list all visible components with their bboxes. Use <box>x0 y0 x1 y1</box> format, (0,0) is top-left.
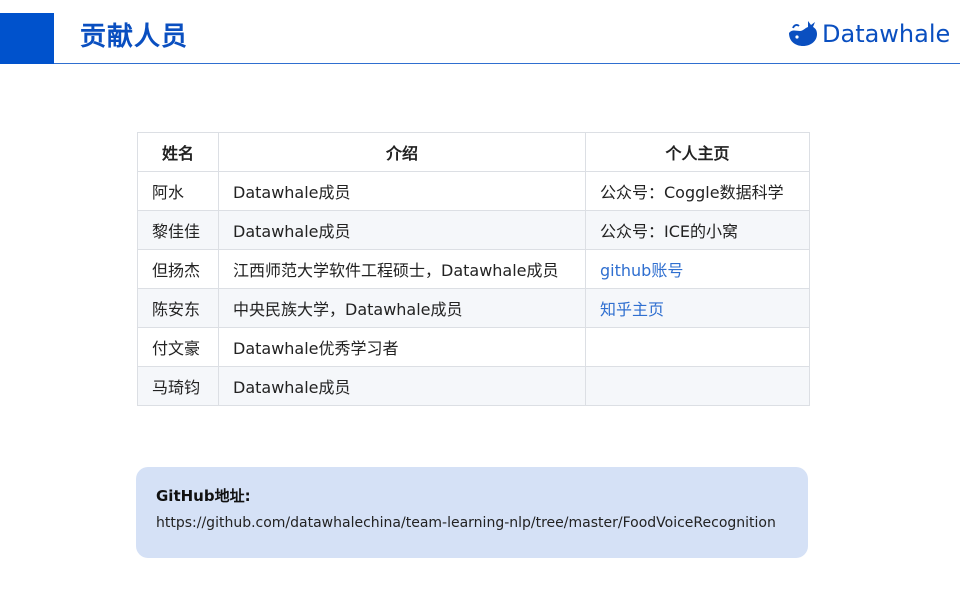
table-row: 马琦钧 Datawhale成员 <box>137 366 810 406</box>
github-address-label: GitHub地址: <box>156 487 251 505</box>
cell-homepage <box>585 366 810 406</box>
cell-name: 黎佳佳 <box>137 210 219 250</box>
whale-icon <box>789 21 817 46</box>
cell-intro: 江西师范大学软件工程硕士，Datawhale成员 <box>218 249 586 289</box>
table-row: 黎佳佳 Datawhale成员 公众号：ICE的小窝 <box>137 210 810 250</box>
cell-homepage: 公众号：ICE的小窝 <box>585 210 810 250</box>
header-accent-block <box>0 13 54 64</box>
column-header-intro: 介绍 <box>218 132 586 172</box>
column-header-name: 姓名 <box>137 132 219 172</box>
cell-name: 但扬杰 <box>137 249 219 289</box>
cell-intro: Datawhale成员 <box>218 210 586 250</box>
table-row: 阿水 Datawhale成员 公众号：Coggle数据科学 <box>137 171 810 211</box>
table-header-row: 姓名 介绍 个人主页 <box>137 132 810 172</box>
cell-homepage <box>585 327 810 367</box>
github-account-link[interactable]: github账号 <box>600 261 683 280</box>
cell-intro: 中央民族大学，Datawhale成员 <box>218 288 586 328</box>
table-row: 陈安东 中央民族大学，Datawhale成员 知乎主页 <box>137 288 810 328</box>
table-row: 付文豪 Datawhale优秀学习者 <box>137 327 810 367</box>
cell-intro: Datawhale优秀学习者 <box>218 327 586 367</box>
cell-homepage: github账号 <box>585 249 810 289</box>
page-title: 贡献人员 <box>80 22 189 52</box>
table-row: 但扬杰 江西师范大学软件工程硕士，Datawhale成员 github账号 <box>137 249 810 289</box>
cell-homepage: 公众号：Coggle数据科学 <box>585 171 810 211</box>
github-info-box: GitHub地址: https://github.com/datawhalech… <box>136 467 808 558</box>
cell-intro: Datawhale成员 <box>218 171 586 211</box>
github-url-link[interactable]: https://github.com/datawhalechina/team-l… <box>156 513 808 533</box>
cell-name: 付文豪 <box>137 327 219 367</box>
cell-name: 陈安东 <box>137 288 219 328</box>
datawhale-logo: Datawhale <box>786 17 950 51</box>
cell-name: 马琦钧 <box>137 366 219 406</box>
cell-name: 阿水 <box>137 171 219 211</box>
cell-homepage: 知乎主页 <box>585 288 810 328</box>
column-header-homepage: 个人主页 <box>585 132 810 172</box>
contributors-table: 姓名 介绍 个人主页 阿水 Datawhale成员 公众号：Coggle数据科学… <box>137 132 810 406</box>
logo-text: Datawhale <box>822 20 951 48</box>
slide-header: 贡献人员 Datawhale <box>0 0 960 64</box>
header-divider <box>54 63 960 64</box>
cell-intro: Datawhale成员 <box>218 366 586 406</box>
zhihu-homepage-link[interactable]: 知乎主页 <box>600 300 664 319</box>
